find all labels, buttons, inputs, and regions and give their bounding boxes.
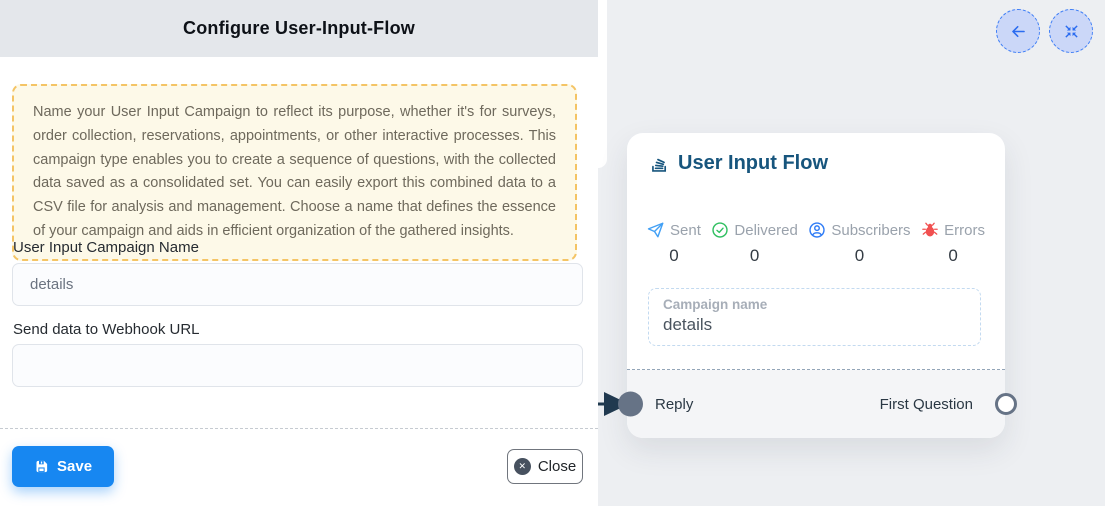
stat-label: Sent (670, 222, 701, 239)
person-circle-icon (808, 221, 826, 239)
reply-input-port[interactable] (618, 392, 643, 417)
node-footer: Reply First Question (627, 370, 1005, 438)
app-root: Configure User-Input-Flow Name your User… (0, 0, 1105, 506)
stat-errors: Errors 0 (921, 221, 985, 266)
node-title: User Input Flow (678, 152, 828, 175)
user-input-flow-node[interactable]: User Input Flow Sent 0 (627, 133, 1005, 438)
stat-label: Delivered (734, 222, 797, 239)
campaign-info-note: Name your User Input Campaign to reflect… (12, 84, 577, 261)
stack-icon (649, 153, 670, 174)
configure-panel: Configure User-Input-Flow Name your User… (0, 0, 598, 506)
flow-canvas[interactable]: User Input Flow Sent 0 (598, 0, 1105, 506)
campaign-name-label: User Input Campaign Name (13, 239, 199, 256)
close-button-label: Close (538, 458, 576, 475)
close-icon: ✕ (514, 458, 531, 475)
node-stats: Sent 0 Delivered 0 (647, 221, 985, 266)
stat-value: 0 (669, 246, 678, 266)
campaign-name-display: Campaign name details (648, 288, 981, 346)
first-question-label: First Question (880, 396, 973, 413)
webhook-url-input[interactable] (12, 344, 583, 387)
stat-label: Errors (944, 222, 985, 239)
reply-port-label: Reply (655, 396, 693, 413)
arrow-left-icon (1009, 22, 1028, 41)
stat-subscribers: Subscribers 0 (808, 221, 910, 266)
node-header: User Input Flow (649, 152, 828, 175)
campaign-name-display-label: Campaign name (663, 297, 966, 312)
webhook-url-label: Send data to Webhook URL (13, 321, 200, 338)
save-icon (34, 459, 49, 474)
stat-label: Subscribers (831, 222, 910, 239)
stat-delivered: Delivered 0 (711, 221, 797, 266)
campaign-name-input[interactable] (12, 263, 583, 306)
save-button-label: Save (57, 458, 92, 475)
first-question-output-port[interactable] (995, 393, 1017, 415)
stat-value: 0 (948, 246, 957, 266)
campaign-name-display-value: details (663, 315, 966, 335)
stat-sent: Sent 0 (647, 221, 701, 266)
check-circle-icon (711, 221, 729, 239)
page-title: Configure User-Input-Flow (183, 18, 415, 39)
back-button[interactable] (996, 9, 1040, 53)
bug-icon (921, 221, 939, 239)
stat-value: 0 (855, 246, 864, 266)
drawer-edge-strip (598, 0, 607, 168)
fit-view-button[interactable] (1049, 9, 1093, 53)
actions-divider (0, 428, 598, 429)
close-button[interactable]: ✕ Close (507, 449, 583, 484)
campaign-info-text: Name your User Input Campaign to reflect… (33, 101, 556, 244)
send-icon (647, 221, 665, 239)
compress-icon (1063, 23, 1080, 40)
save-button[interactable]: Save (12, 446, 114, 487)
stat-value: 0 (750, 246, 759, 266)
panel-header: Configure User-Input-Flow (0, 0, 598, 57)
